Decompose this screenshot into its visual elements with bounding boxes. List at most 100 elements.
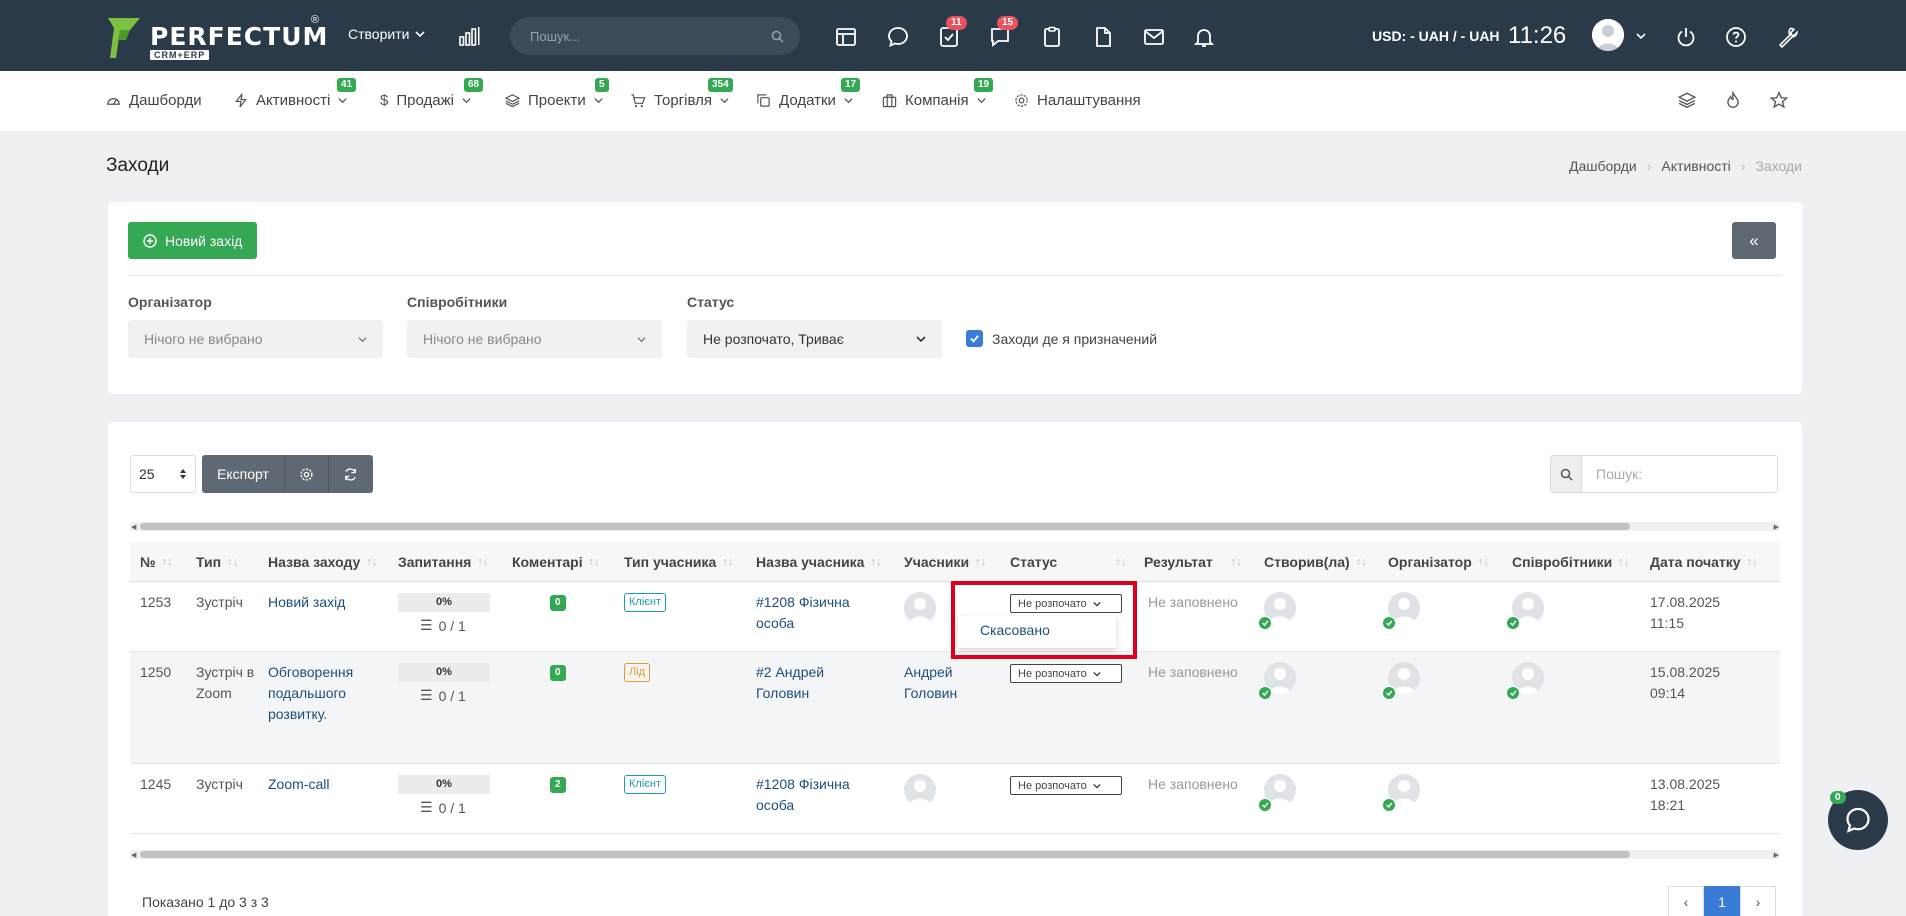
- fire-icon[interactable]: [1724, 91, 1742, 109]
- nav-item-company[interactable]: Компанія 19: [882, 78, 994, 109]
- column-header-employees[interactable]: Співробітники ↑↓: [1512, 554, 1629, 570]
- next-page-button[interactable]: ›: [1740, 886, 1776, 916]
- participant-name-link[interactable]: #1208 Фізична особа: [756, 774, 876, 816]
- organizer-value: Нічого не вибрано: [144, 331, 263, 347]
- new-event-button[interactable]: Новий захід: [128, 222, 258, 259]
- export-button[interactable]: Експорт: [202, 455, 285, 493]
- subtasks-value: 0 / 1: [438, 687, 466, 704]
- clipboard-icon[interactable]: [1040, 25, 1064, 49]
- chat-button[interactable]: 15: [988, 16, 1019, 49]
- tasks-button[interactable]: 11: [937, 16, 967, 49]
- bell-icon[interactable]: [1192, 25, 1216, 49]
- mail-icon[interactable]: [1142, 25, 1166, 49]
- column-header-type[interactable]: Тип ↑↓: [196, 554, 238, 570]
- event-name-link[interactable]: Zoom-call: [268, 774, 329, 795]
- nav-item-activities[interactable]: Активності 41: [234, 78, 357, 109]
- page-button-current[interactable]: 1: [1704, 886, 1740, 916]
- layers-icon[interactable]: [1678, 91, 1696, 109]
- nav-item-addons[interactable]: Додатки 17: [756, 78, 861, 109]
- event-name-link[interactable]: Обговорення подальшого розвитку.: [268, 662, 388, 725]
- column-header-questions[interactable]: Запитання ↑↓: [398, 554, 488, 570]
- nav-item-projects[interactable]: Проекти 5: [505, 78, 609, 109]
- breadcrumb-item-dashboards[interactable]: Дашборди: [1569, 158, 1637, 174]
- column-header-created-by[interactable]: Створив(ла) ↑↓: [1264, 554, 1367, 570]
- scroll-left-icon[interactable]: ◀: [131, 523, 136, 531]
- column-header-participant-type[interactable]: Тип учасника ↑↓: [624, 554, 733, 570]
- column-header-event-name[interactable]: Назва заходу ↑↓: [268, 554, 377, 570]
- table-row[interactable]: 1250 Зустріч в Zoom Обговорення подальшо…: [130, 652, 1780, 764]
- comments-badge[interactable]: 0: [550, 595, 566, 611]
- column-header-start-date[interactable]: Дата початку ↑↓: [1650, 554, 1758, 570]
- column-header-organizer[interactable]: Організатор ↑↓: [1388, 554, 1489, 570]
- event-name-link[interactable]: Новий захід: [268, 592, 345, 613]
- status-dropdown[interactable]: Не розпочато: [1010, 594, 1122, 613]
- nav-item-settings[interactable]: Налаштування: [1014, 92, 1141, 109]
- participant-name-link[interactable]: #1208 Фізична особа: [756, 592, 876, 634]
- participant-name-link[interactable]: #2 Андрей Головин: [756, 662, 856, 704]
- nav-item-dashboards[interactable]: Дашборди: [106, 92, 202, 109]
- table-search-button[interactable]: [1551, 456, 1582, 492]
- scrollbar-thumb[interactable]: [140, 523, 1630, 530]
- document-icon[interactable]: [1091, 25, 1115, 49]
- power-icon[interactable]: [1674, 25, 1698, 49]
- wrench-icon[interactable]: [1776, 25, 1800, 49]
- column-header-status[interactable]: Статус ↑↓: [1010, 554, 1126, 570]
- participant-link[interactable]: Андрей Головин: [904, 662, 974, 704]
- support-chat-button[interactable]: 0: [1828, 790, 1888, 850]
- assigned-to-me-filter[interactable]: Заходи де я призначений: [966, 330, 1157, 347]
- global-search[interactable]: [510, 17, 800, 55]
- breadcrumb: Дашборди › Активності › Заходи: [1569, 158, 1802, 174]
- message-icon[interactable]: [886, 25, 910, 49]
- column-settings-button[interactable]: [284, 455, 329, 493]
- scrollbar-thumb[interactable]: [140, 851, 1630, 858]
- status-select[interactable]: Не розпочато, Триває: [687, 320, 942, 358]
- scroll-right-icon[interactable]: ▶: [1774, 523, 1779, 531]
- star-icon[interactable]: [1770, 91, 1788, 109]
- horizontal-scrollbar-top[interactable]: ◀ ▶: [130, 522, 1780, 531]
- logo[interactable]: PERFECTUM ® CRM+ERP: [106, 14, 327, 60]
- status-dropdown[interactable]: Не розпочато: [1010, 776, 1122, 795]
- column-header-participants[interactable]: Учасники ↑↓: [904, 554, 986, 570]
- column-header-number[interactable]: № ↑↓: [140, 554, 173, 570]
- participant-avatar[interactable]: [904, 592, 936, 624]
- nav-item-trade[interactable]: Торгівля 354: [630, 78, 733, 109]
- horizontal-scrollbar-bottom[interactable]: ◀ ▶: [130, 850, 1780, 859]
- nav-item-sales[interactable]: $ Продажі 68: [380, 78, 484, 109]
- layout-icon[interactable]: [834, 25, 858, 49]
- subtasks-count: ☰ 0 / 1: [420, 617, 466, 634]
- column-header-result[interactable]: Результат ↑↓: [1144, 554, 1242, 570]
- table-search-input[interactable]: [1582, 456, 1777, 492]
- table-search[interactable]: [1550, 455, 1778, 493]
- column-header-comments[interactable]: Коментарі ↑↓: [512, 554, 600, 570]
- employees-select[interactable]: Нічого не вибрано: [407, 320, 662, 358]
- breadcrumb-item-activities[interactable]: Активності: [1661, 158, 1730, 174]
- collapse-filters-button[interactable]: «: [1732, 222, 1776, 259]
- comments-badge[interactable]: 2: [550, 777, 566, 793]
- page-title: Заходи: [106, 155, 170, 176]
- table-row[interactable]: 1245 Зустріч Zoom-call 0% ☰ 0 / 1 2 Клієн…: [130, 764, 1780, 834]
- page-size-select[interactable]: 25: [130, 455, 196, 493]
- column-header-participant-name[interactable]: Назва учасника ↑↓: [756, 554, 881, 570]
- status-dropdown[interactable]: Не розпочато: [1010, 664, 1122, 683]
- refresh-icon: [345, 467, 357, 481]
- bar-chart-icon[interactable]: [459, 26, 481, 46]
- events-table-panel: 25 Експорт ◀ ▶ № ↑↓ Тип ↑↓ Назва заходу ↑↓ …: [108, 422, 1802, 916]
- user-menu-chevron-icon[interactable]: [1636, 31, 1646, 41]
- create-menu-button[interactable]: Створити: [348, 26, 426, 42]
- participant-avatar[interactable]: [904, 774, 936, 806]
- help-icon[interactable]: [1724, 25, 1748, 49]
- scroll-right-icon[interactable]: ▶: [1774, 851, 1779, 859]
- comments-badge[interactable]: 0: [550, 665, 566, 681]
- list-icon: ☰: [420, 799, 433, 815]
- user-avatar[interactable]: [1592, 19, 1624, 51]
- organizer-select[interactable]: Нічого не вибрано: [128, 320, 383, 358]
- prev-page-button[interactable]: ‹: [1668, 886, 1704, 916]
- assigned-checkbox[interactable]: [966, 330, 983, 347]
- refresh-button[interactable]: [328, 455, 373, 493]
- status-label: Статус: [687, 294, 735, 310]
- status-option-cancelled[interactable]: Скасовано: [980, 622, 1050, 638]
- global-search-input[interactable]: [530, 28, 771, 44]
- status-value: Не розпочато, Триває: [703, 331, 844, 347]
- scroll-left-icon[interactable]: ◀: [131, 851, 136, 859]
- table-row[interactable]: 1253 Зустріч Новий захід 0% ☰ 0 / 1 0 Клі…: [130, 582, 1780, 652]
